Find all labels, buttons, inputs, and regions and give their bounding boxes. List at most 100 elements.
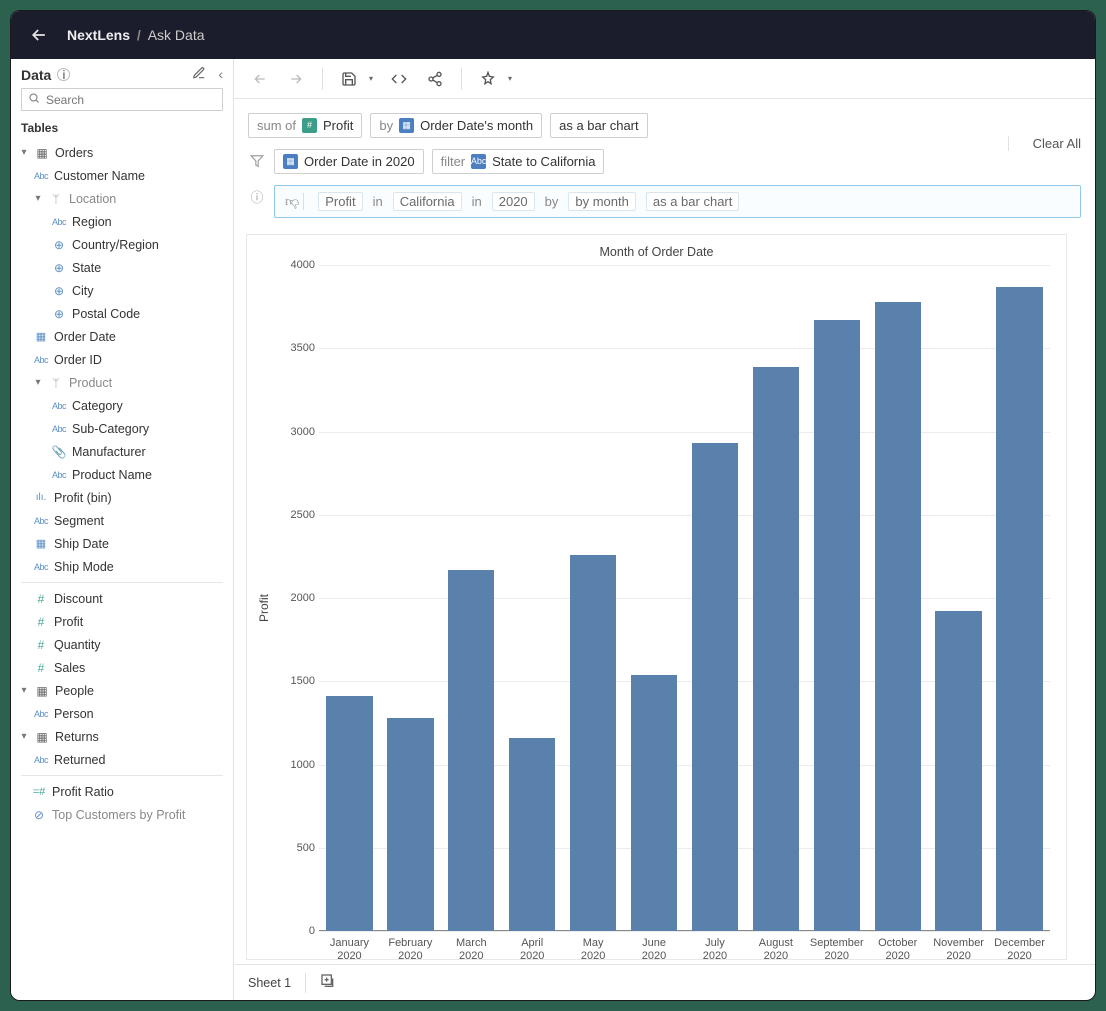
date-chip-icon: ▦ xyxy=(399,118,414,133)
pill-filter-state[interactable]: filter Abc State to California xyxy=(432,149,605,174)
bar[interactable] xyxy=(692,443,738,931)
field-category[interactable]: AbcCategory xyxy=(11,394,233,417)
save-button[interactable] xyxy=(339,69,359,89)
field-region[interactable]: AbcRegion xyxy=(11,210,233,233)
table-returns[interactable]: ▾ ▦ Returns xyxy=(11,725,233,748)
embed-code-button[interactable] xyxy=(389,69,409,89)
field-person[interactable]: AbcPerson xyxy=(11,702,233,725)
calc-profit-ratio[interactable]: =#Profit Ratio xyxy=(11,780,233,803)
nav-back-button[interactable] xyxy=(250,69,270,89)
query-token-california[interactable]: California xyxy=(393,192,462,211)
pin-dropdown-caret-icon[interactable]: ▾ xyxy=(508,74,512,83)
y-axis-label: Profit xyxy=(255,594,273,622)
bar[interactable] xyxy=(570,555,616,931)
pill-by-order-date-month[interactable]: by ▦ Order Date's month xyxy=(370,113,542,138)
globe-icon: ⊕ xyxy=(51,307,67,321)
edit-pencil-icon[interactable] xyxy=(192,66,206,83)
field-country-region[interactable]: ⊕Country/Region xyxy=(11,233,233,256)
chevron-down-icon[interactable]: ▾ xyxy=(19,147,29,158)
bar[interactable] xyxy=(631,675,677,931)
set-top-customers[interactable]: ⊘Top Customers by Profit xyxy=(11,803,233,826)
chart-plot-area[interactable]: January2020February2020March2020April202… xyxy=(273,265,1058,951)
calendar-icon: ▦ xyxy=(33,537,49,551)
pill-filter-order-date[interactable]: ▦ Order Date in 2020 xyxy=(274,149,424,174)
search-icon xyxy=(28,92,40,107)
field-quantity[interactable]: #Quantity xyxy=(11,633,233,656)
clear-all-button[interactable]: Clear All xyxy=(1033,136,1081,151)
table-people[interactable]: ▾ ▦ People xyxy=(11,679,233,702)
chevron-down-icon[interactable]: ▾ xyxy=(19,731,29,742)
query-token-by-month[interactable]: by month xyxy=(568,192,635,211)
bar[interactable] xyxy=(814,320,860,931)
bar[interactable] xyxy=(509,738,555,931)
field-ship-mode[interactable]: AbcShip Mode xyxy=(11,555,233,578)
field-order-date[interactable]: ▦Order Date xyxy=(11,325,233,348)
field-profit-bin[interactable]: ılı.Profit (bin) xyxy=(11,486,233,509)
pin-button[interactable] xyxy=(478,69,498,89)
bar[interactable] xyxy=(448,570,494,931)
hierarchy-location[interactable]: ▾ᛘLocation xyxy=(11,187,233,210)
table-icon: ▦ xyxy=(34,684,50,698)
hierarchy-icon: ᛘ xyxy=(48,192,64,206)
share-button[interactable] xyxy=(425,69,445,89)
calendar-icon: ▦ xyxy=(33,330,49,344)
field-manufacturer[interactable]: 📎Manufacturer xyxy=(11,440,233,463)
y-tick-label: 0 xyxy=(273,925,315,937)
new-sheet-button[interactable] xyxy=(320,973,336,992)
text-field-icon: Abc xyxy=(33,560,49,574)
viz-canvas: Month of Order Date Profit January2020Fe… xyxy=(246,234,1067,960)
x-tick-label: January2020 xyxy=(319,933,380,964)
y-tick-label: 1500 xyxy=(273,675,315,687)
bar[interactable] xyxy=(326,696,372,931)
field-postal-code[interactable]: ⊕Postal Code xyxy=(11,302,233,325)
text-field-icon: Abc xyxy=(33,353,49,367)
field-order-id[interactable]: AbcOrder ID xyxy=(11,348,233,371)
number-field-icon: # xyxy=(33,638,49,652)
field-customer-name[interactable]: AbcCustomer Name xyxy=(11,164,233,187)
breadcrumb-separator: / xyxy=(134,27,144,43)
hierarchy-icon: ᛘ xyxy=(48,376,64,390)
info-icon[interactable]: i xyxy=(57,68,70,81)
field-state[interactable]: ⊕State xyxy=(11,256,233,279)
back-arrow-icon[interactable] xyxy=(29,25,49,45)
chevron-down-icon[interactable]: ▾ xyxy=(19,685,29,696)
y-tick-label: 1000 xyxy=(273,759,315,771)
field-discount[interactable]: #Discount xyxy=(11,587,233,610)
chevron-down-icon[interactable]: ▾ xyxy=(33,377,43,388)
query-token-bar-chart[interactable]: as a bar chart xyxy=(646,192,740,211)
query-token-2020[interactable]: 2020 xyxy=(492,192,535,211)
bar[interactable] xyxy=(387,718,433,931)
divider xyxy=(21,775,223,776)
field-ship-date[interactable]: ▦Ship Date xyxy=(11,532,233,555)
thumbs-down-icon[interactable]: 👎︎ xyxy=(285,193,304,210)
chevron-down-icon[interactable]: ▾ xyxy=(33,193,43,204)
bar[interactable] xyxy=(753,367,799,931)
bar[interactable] xyxy=(996,287,1042,931)
field-profit[interactable]: #Profit xyxy=(11,610,233,633)
breadcrumb: NextLens / Ask Data xyxy=(67,27,205,43)
pill-viz-type[interactable]: as a bar chart xyxy=(550,113,648,138)
save-dropdown-caret-icon[interactable]: ▾ xyxy=(369,74,373,83)
sheet-tab[interactable]: Sheet 1 xyxy=(248,976,291,990)
field-sales[interactable]: #Sales xyxy=(11,656,233,679)
y-tick-label: 4000 xyxy=(273,259,315,271)
breadcrumb-root[interactable]: NextLens xyxy=(67,27,130,43)
natural-language-query-input[interactable]: 👎︎ Profit in California in 2020 by by mo… xyxy=(274,185,1081,218)
field-segment[interactable]: AbcSegment xyxy=(11,509,233,532)
bar[interactable] xyxy=(875,302,921,931)
field-returned[interactable]: AbcReturned xyxy=(11,748,233,771)
text-field-icon: Abc xyxy=(51,399,67,413)
query-token-profit[interactable]: Profit xyxy=(318,192,362,211)
field-sub-category[interactable]: AbcSub-Category xyxy=(11,417,233,440)
hierarchy-product[interactable]: ▾ᛘProduct xyxy=(11,371,233,394)
pill-sum-profit[interactable]: sum of # Profit xyxy=(248,113,362,138)
nav-forward-button[interactable] xyxy=(286,69,306,89)
table-orders[interactable]: ▾ ▦ Orders xyxy=(11,141,233,164)
bar[interactable] xyxy=(935,611,981,931)
field-city[interactable]: ⊕City xyxy=(11,279,233,302)
x-tick-label: November2020 xyxy=(928,933,989,964)
collapse-pane-icon[interactable]: ‹ xyxy=(218,66,223,83)
fields-search-input[interactable] xyxy=(21,88,223,111)
text-field-icon: Abc xyxy=(51,215,67,229)
field-product-name[interactable]: AbcProduct Name xyxy=(11,463,233,486)
